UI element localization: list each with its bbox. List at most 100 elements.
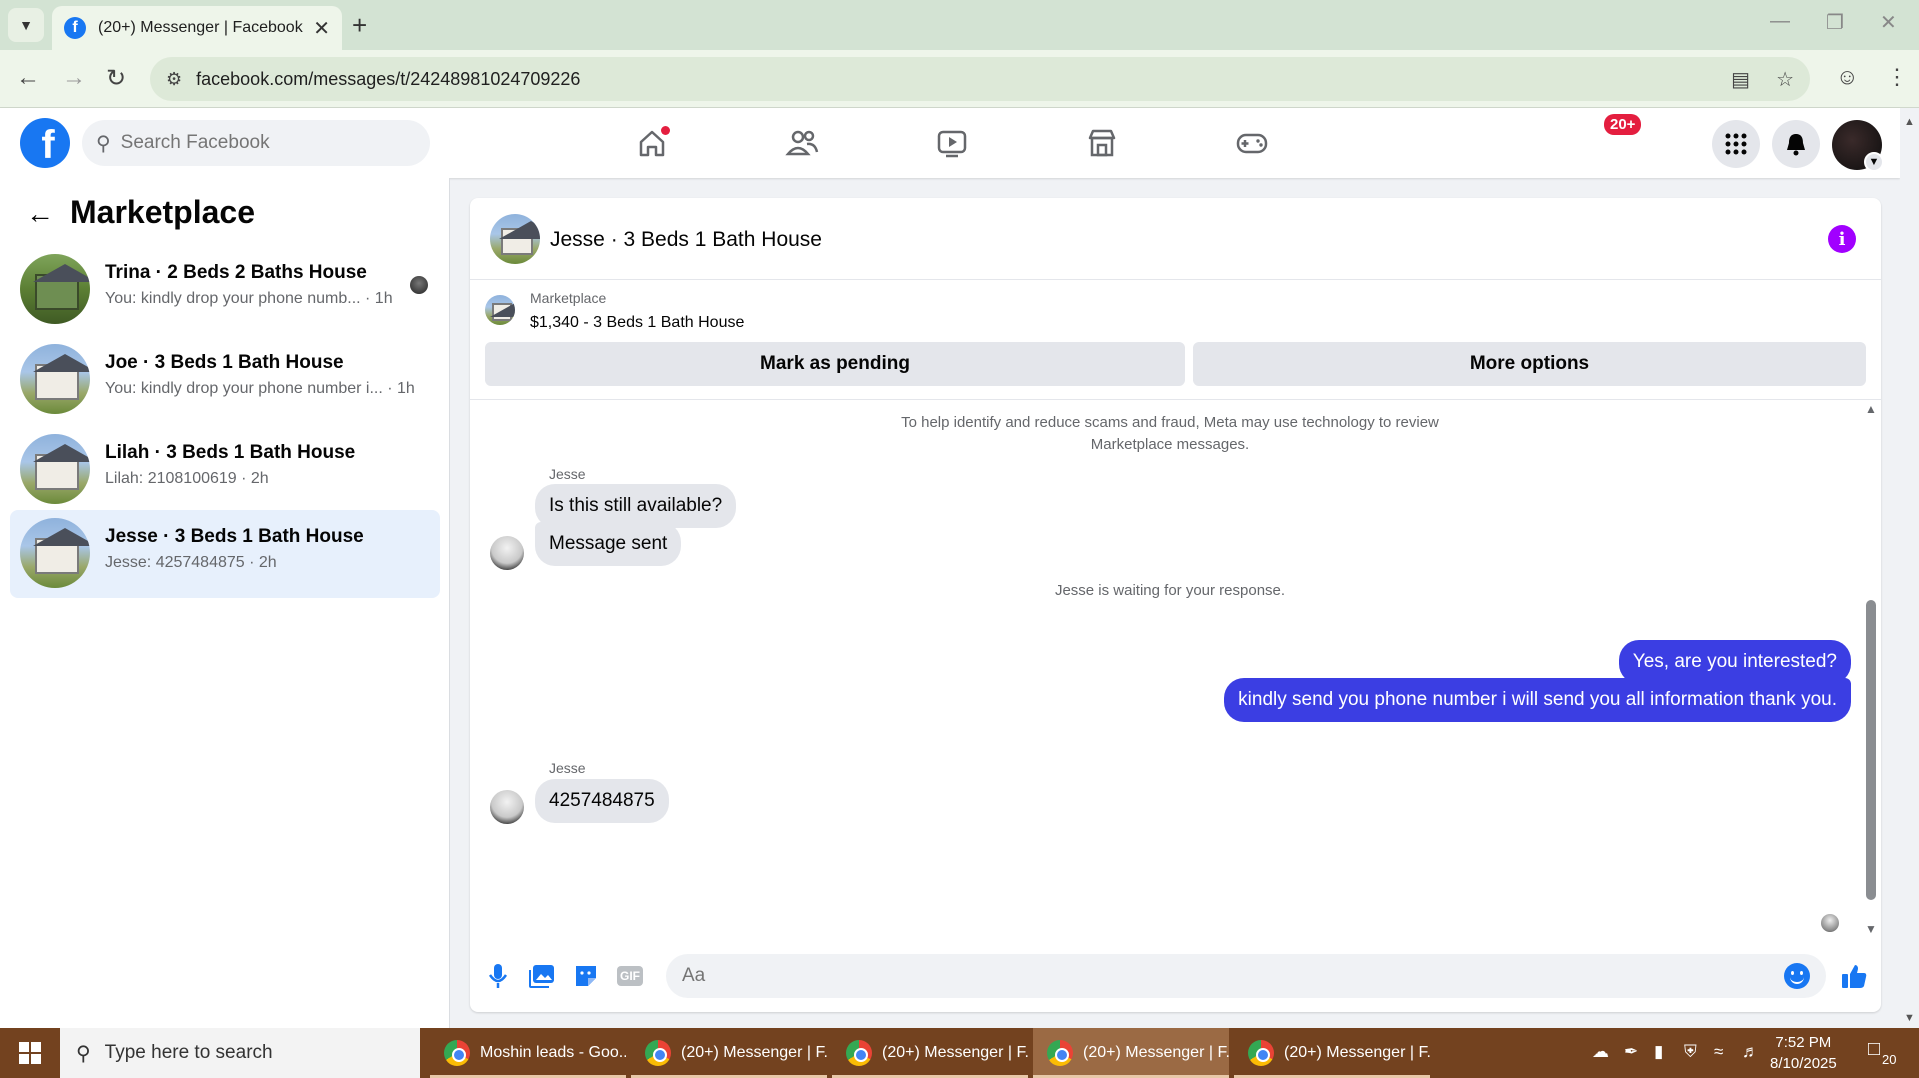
volume-icon[interactable]: ♬ [1742, 1042, 1759, 1062]
site-settings-icon[interactable]: ⚙ [166, 69, 182, 90]
back-arrow-icon[interactable]: ← [26, 198, 54, 230]
tab-close-icon[interactable]: ✕ [313, 16, 330, 41]
microphone-icon[interactable] [484, 962, 512, 990]
message-input[interactable] [682, 965, 1784, 987]
menu-button[interactable] [1712, 120, 1760, 168]
chat-listing-photo[interactable] [490, 214, 540, 264]
nav-gaming[interactable] [1212, 120, 1292, 166]
bookmark-star-icon[interactable]: ☆ [1776, 67, 1794, 92]
security-shield-icon[interactable]: ⛨ [1684, 1042, 1697, 1062]
action-center-button[interactable]: □ 20 [1868, 1038, 1900, 1068]
incoming-message[interactable]: 4257484875 [535, 779, 669, 823]
nav-watch[interactable] [912, 120, 992, 166]
wifi-icon[interactable]: ≈ [1714, 1042, 1723, 1062]
scrollbar-thumb[interactable] [1866, 600, 1876, 900]
chat-scrollbar[interactable]: ▲ ▼ [1863, 400, 1877, 940]
mark-as-pending-button[interactable]: Mark as pending [485, 342, 1185, 386]
nav-marketplace[interactable] [1062, 120, 1142, 166]
facebook-header: f ⚲ 20+ ▼ [0, 108, 1900, 178]
message-list: To help identify and reduce scams and fr… [470, 400, 1881, 940]
chevron-down-icon[interactable]: ▼ [1864, 152, 1884, 172]
url-text[interactable]: facebook.com/messages/t/2424898102470922… [196, 69, 1705, 90]
taskbar-clock[interactable]: 7:52 PM 8/10/2025 [1770, 1032, 1837, 1074]
new-tab-button[interactable]: + [352, 10, 367, 41]
conversation-item[interactable]: Joe · 3 Beds 1 Bath House You: kindly dr… [10, 336, 440, 424]
pen-icon[interactable]: ✒ [1624, 1042, 1638, 1062]
onedrive-icon[interactable]: ☁ [1592, 1042, 1609, 1062]
facebook-search-input[interactable] [120, 132, 401, 154]
sender-avatar[interactable] [490, 790, 524, 824]
chat-title[interactable]: Jesse · 3 Beds 1 Bath House [550, 228, 822, 252]
sticker-icon[interactable] [572, 962, 600, 990]
back-arrow-icon[interactable]: ← [16, 64, 40, 92]
listing-photo [20, 518, 90, 588]
profile-icon[interactable]: ☺ [1836, 64, 1858, 90]
window-close-icon[interactable]: ✕ [1880, 10, 1897, 35]
listing-thumbnail[interactable] [485, 295, 515, 325]
safety-notice: To help identify and reduce scams and fr… [770, 412, 1570, 456]
browser-tabstrip: ▼ f (20+) Messenger | Facebook ✕ + — ❐ ✕ [0, 0, 1919, 50]
conversation-preview: You: kindly drop your phone numb... · 1h [105, 290, 393, 307]
facebook-search[interactable]: ⚲ [82, 120, 430, 166]
read-receipt-avatar [1821, 914, 1839, 932]
restore-icon[interactable]: ❐ [1826, 10, 1844, 35]
outgoing-message[interactable]: kindly send you phone number i will send… [1224, 678, 1851, 722]
chrome-icon [1047, 1040, 1073, 1066]
notifications-button[interactable] [1772, 120, 1820, 168]
chat-panel: Jesse · 3 Beds 1 Bath House i Marketplac… [470, 198, 1881, 1012]
gif-icon[interactable]: GIF [616, 962, 644, 990]
browser-menu-icon[interactable]: ⋮ [1886, 64, 1908, 90]
minimize-icon[interactable]: — [1770, 10, 1790, 33]
thumbs-up-icon[interactable] [1840, 962, 1868, 990]
conversation-item-active[interactable]: Jesse · 3 Beds 1 Bath House Jesse: 42574… [10, 510, 440, 598]
conversation-item[interactable]: Trina · 2 Beds 2 Baths House You: kindly… [10, 246, 440, 334]
more-options-button[interactable]: More options [1193, 342, 1866, 386]
reload-icon[interactable]: ↻ [106, 64, 126, 93]
taskbar-app-messenger[interactable]: (20+) Messenger | F... [832, 1028, 1028, 1078]
notification-badge: 20+ [1604, 114, 1642, 135]
tab-search-button[interactable]: ▼ [8, 8, 44, 42]
sender-name: Jesse [549, 466, 586, 482]
incoming-message[interactable]: Message sent [535, 522, 682, 566]
taskbar-app-label: (20+) Messenger | F... [681, 1044, 827, 1061]
nav-friends[interactable] [762, 120, 842, 166]
taskbar-app-messenger[interactable]: (20+) Messenger | F... [1234, 1028, 1430, 1078]
conversation-preview: Jesse: 4257484875 · 2h [105, 554, 277, 571]
browser-tab-active[interactable]: f (20+) Messenger | Facebook ✕ [52, 6, 342, 50]
facebook-logo-icon[interactable]: f [20, 118, 70, 168]
scroll-up-icon[interactable]: ▲ [1904, 116, 1915, 128]
taskbar-app-messenger[interactable]: (20+) Messenger | F... [631, 1028, 827, 1078]
emoji-icon[interactable] [1784, 963, 1810, 989]
scroll-up-icon[interactable]: ▲ [1865, 402, 1877, 416]
taskbar-app-messenger-active[interactable]: (20+) Messenger | F... [1033, 1028, 1229, 1078]
scroll-down-icon[interactable]: ▼ [1865, 922, 1877, 936]
windows-taskbar: ⚲ Type here to search Moshin leads - Goo… [0, 1028, 1919, 1078]
video-icon [937, 130, 967, 158]
page-scrollbar[interactable]: ▲ ▼ [1900, 108, 1919, 1028]
message-input-box[interactable] [666, 954, 1826, 998]
address-bar[interactable]: ⚙ facebook.com/messages/t/24248981024709… [150, 57, 1810, 101]
conversation-item[interactable]: Lilah · 3 Beds 1 Bath House Lilah: 21081… [10, 426, 440, 514]
nav-home[interactable] [612, 120, 692, 166]
friends-icon [785, 130, 819, 156]
start-button[interactable] [0, 1028, 60, 1078]
conversation-name: Lilah · 3 Beds 1 Bath House [105, 442, 356, 463]
forward-arrow-icon[interactable]: → [62, 64, 86, 92]
search-icon: ⚲ [96, 132, 111, 155]
marketplace-icon [1088, 129, 1116, 157]
windows-logo-icon [19, 1042, 41, 1064]
scroll-down-icon[interactable]: ▼ [1904, 1012, 1915, 1024]
listing-price[interactable]: $1,340 - 3 Beds 1 Bath House [530, 314, 744, 332]
conversation-preview: Lilah: 2108100619 · 2h [105, 470, 269, 487]
action-center-count: 20 [1882, 1052, 1897, 1067]
listing-summary: Marketplace $1,340 - 3 Beds 1 Bath House… [470, 280, 1881, 400]
battery-icon[interactable]: ▮ [1654, 1042, 1663, 1062]
photo-icon[interactable] [528, 962, 556, 990]
info-icon[interactable]: i [1828, 225, 1856, 253]
sender-avatar[interactable] [490, 536, 524, 570]
install-app-icon[interactable]: ▤ [1731, 67, 1750, 92]
taskbar-app-sheets[interactable]: Moshin leads - Goo... [430, 1028, 626, 1078]
gaming-icon [1236, 133, 1268, 154]
taskbar-search[interactable]: ⚲ Type here to search [60, 1028, 420, 1078]
listing-photo [20, 434, 90, 504]
